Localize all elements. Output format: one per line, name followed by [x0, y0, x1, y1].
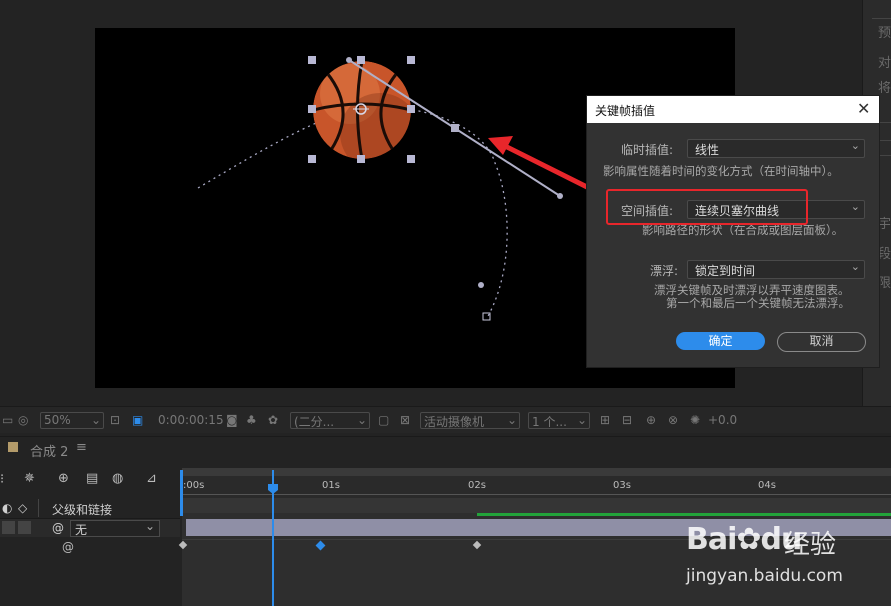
- bbox-handle: [407, 155, 415, 163]
- temporal-interpolation-select[interactable]: 线性 ⌄: [687, 139, 865, 158]
- bbox-handle: [308, 56, 316, 64]
- keyframe[interactable]: [178, 540, 188, 550]
- resolution-select[interactable]: (二分... ⌄: [290, 412, 370, 429]
- chevron-down-icon: ⌄: [145, 519, 156, 533]
- lock-cube-icon[interactable]: ◇: [18, 501, 27, 515]
- tangent-handle: [478, 282, 484, 288]
- right-panel-char: 对: [878, 56, 891, 71]
- graph-editor-icon[interactable]: ⊿: [146, 471, 157, 486]
- ruler-label: 02s: [468, 480, 486, 491]
- spatial-description: 影响路径的形状（在合成或图层面板）。: [642, 223, 844, 237]
- roving-select[interactable]: 锁定到时间 ⌄: [687, 260, 865, 279]
- toggle-transparency-icon[interactable]: ⊠: [400, 413, 410, 427]
- keyframe-interpolation-dialog: 关键帧插值 ✕ 临时插值: 线性 ⌄ 影响属性随着时间的变化方式（在时间轴中）。…: [586, 95, 880, 368]
- roving-description-1: 漂浮关键帧及时漂浮以弄平速度图表。: [654, 283, 850, 297]
- motion-blur-icon[interactable]: ◍: [112, 471, 123, 486]
- bbox-handle: [308, 105, 316, 113]
- end-keyframe: [482, 312, 491, 321]
- pick-whip-icon[interactable]: @: [52, 521, 64, 535]
- bbox-handle: [407, 105, 415, 113]
- tangent-handle: [557, 193, 563, 199]
- share-view-icon[interactable]: ⊞: [600, 413, 610, 427]
- camera-icon[interactable]: ◙: [226, 413, 238, 427]
- layer-switch[interactable]: [18, 521, 31, 534]
- tangent-handle: [346, 57, 352, 63]
- draft-3d-icon[interactable]: ⊟: [622, 413, 632, 427]
- roving-description-2: 第一个和最后一个关键帧无法漂浮。: [666, 296, 850, 310]
- chevron-down-icon: ⌄: [850, 139, 860, 152]
- comp-color-swatch: [8, 442, 18, 452]
- watermark-cn: 经验: [784, 530, 837, 560]
- region-icon[interactable]: ⊡: [110, 413, 120, 427]
- panel-menu-icon[interactable]: ≡: [76, 440, 87, 455]
- chevron-down-icon: ⌄: [357, 413, 368, 427]
- viewer-toolbar: ▭ ◎ 50% ⌄ ⊡ ▣ 0:00:00:15 ◙ ♣ ✿ (二分... ⌄ …: [0, 406, 891, 433]
- paw-icon: ✿: [736, 522, 761, 557]
- bbox-handle: [357, 155, 365, 163]
- work-area-start[interactable]: [180, 470, 183, 516]
- channel-icon[interactable]: ✿: [268, 413, 278, 427]
- timeline-tools: ⁝ ✵ ⊕ ▤ ◍ ⊿: [0, 466, 180, 496]
- comp-tab[interactable]: 合成 2: [30, 441, 68, 460]
- frame-blend-icon[interactable]: ▤: [86, 471, 98, 486]
- pick-whip-icon[interactable]: @: [62, 540, 74, 554]
- ok-button[interactable]: 确定: [676, 332, 765, 350]
- baidu-jingyan-watermark: Bai✿du 经验 jingyan.baidu.com: [680, 508, 891, 606]
- cancel-button[interactable]: 取消: [777, 332, 866, 352]
- ruler-label: 03s: [613, 480, 631, 491]
- shy-icon[interactable]: ⁝: [0, 472, 4, 487]
- parent-header: 父级和链接: [52, 503, 113, 517]
- temporal-label: 临时插值:: [621, 143, 674, 157]
- timeline-header: 合成 2 ≡: [0, 436, 891, 463]
- bbox-handle: [357, 56, 365, 64]
- zoom-select[interactable]: 50% ⌄: [40, 412, 104, 429]
- keyframe-vertex: [451, 124, 459, 132]
- playhead-line[interactable]: [272, 470, 274, 606]
- mask-icon[interactable]: ◎: [18, 413, 28, 427]
- right-panel-char: 将: [878, 81, 891, 96]
- flowchart-icon[interactable]: ⊕: [646, 413, 656, 427]
- exposure-icon[interactable]: ✺: [690, 413, 700, 427]
- roving-label: 漂浮:: [650, 264, 679, 278]
- bbox-handle: [308, 155, 316, 163]
- annotation-highlight-box: [606, 189, 808, 225]
- layer-switch[interactable]: [2, 521, 15, 534]
- right-panel-char: 预: [878, 26, 891, 41]
- temporal-description: 影响属性随着时间的变化方式（在时间轴中）。: [603, 164, 839, 178]
- parent-select[interactable]: 无 ⌄: [70, 519, 160, 537]
- work-area-bar[interactable]: [182, 468, 891, 476]
- exposure-value[interactable]: +0.0: [708, 413, 737, 427]
- close-icon[interactable]: ✕: [857, 99, 870, 118]
- layer-list: ◐ ◇ 父级和链接 @ 无 ⌄ @: [0, 498, 180, 606]
- grid-icon[interactable]: ▭: [2, 413, 13, 427]
- chevron-down-icon: ⌄: [507, 413, 518, 427]
- chevron-down-icon: ⌄: [91, 413, 102, 427]
- solo-icon[interactable]: ◐: [2, 501, 12, 515]
- ruler-label: 01s: [322, 480, 340, 491]
- fast-preview-icon[interactable]: ▢: [378, 413, 389, 427]
- time-ruler[interactable]: :00s 01s 02s 03s 04s: [182, 468, 891, 498]
- render-icon[interactable]: ⊗: [668, 413, 678, 427]
- views-select[interactable]: 1 个... ⌄: [528, 412, 590, 429]
- ruler-label: 04s: [758, 480, 776, 491]
- basketball-image: [313, 61, 411, 159]
- chevron-down-icon: ⌄: [577, 413, 588, 427]
- transparency-grid-icon[interactable]: ▣: [132, 413, 143, 427]
- keyframe[interactable]: [472, 540, 482, 550]
- timecode[interactable]: 0:00:00:15: [158, 413, 224, 427]
- ruler-label: :00s: [183, 480, 205, 491]
- draft-3d-icon[interactable]: ✵: [24, 471, 35, 486]
- watermark-url: jingyan.baidu.com: [686, 566, 843, 586]
- chevron-down-icon: ⌄: [850, 200, 860, 213]
- camera-select[interactable]: 活动摄像机 ⌄: [420, 412, 520, 429]
- collapse-icon[interactable]: ⊕: [58, 471, 69, 486]
- keyframe-selected[interactable]: [315, 540, 326, 551]
- dialog-title: 关键帧插值: [595, 104, 656, 118]
- color-icon[interactable]: ♣: [246, 413, 257, 427]
- bbox-handle: [407, 56, 415, 64]
- dialog-titlebar[interactable]: 关键帧插值 ✕: [587, 96, 879, 123]
- chevron-down-icon: ⌄: [850, 260, 860, 273]
